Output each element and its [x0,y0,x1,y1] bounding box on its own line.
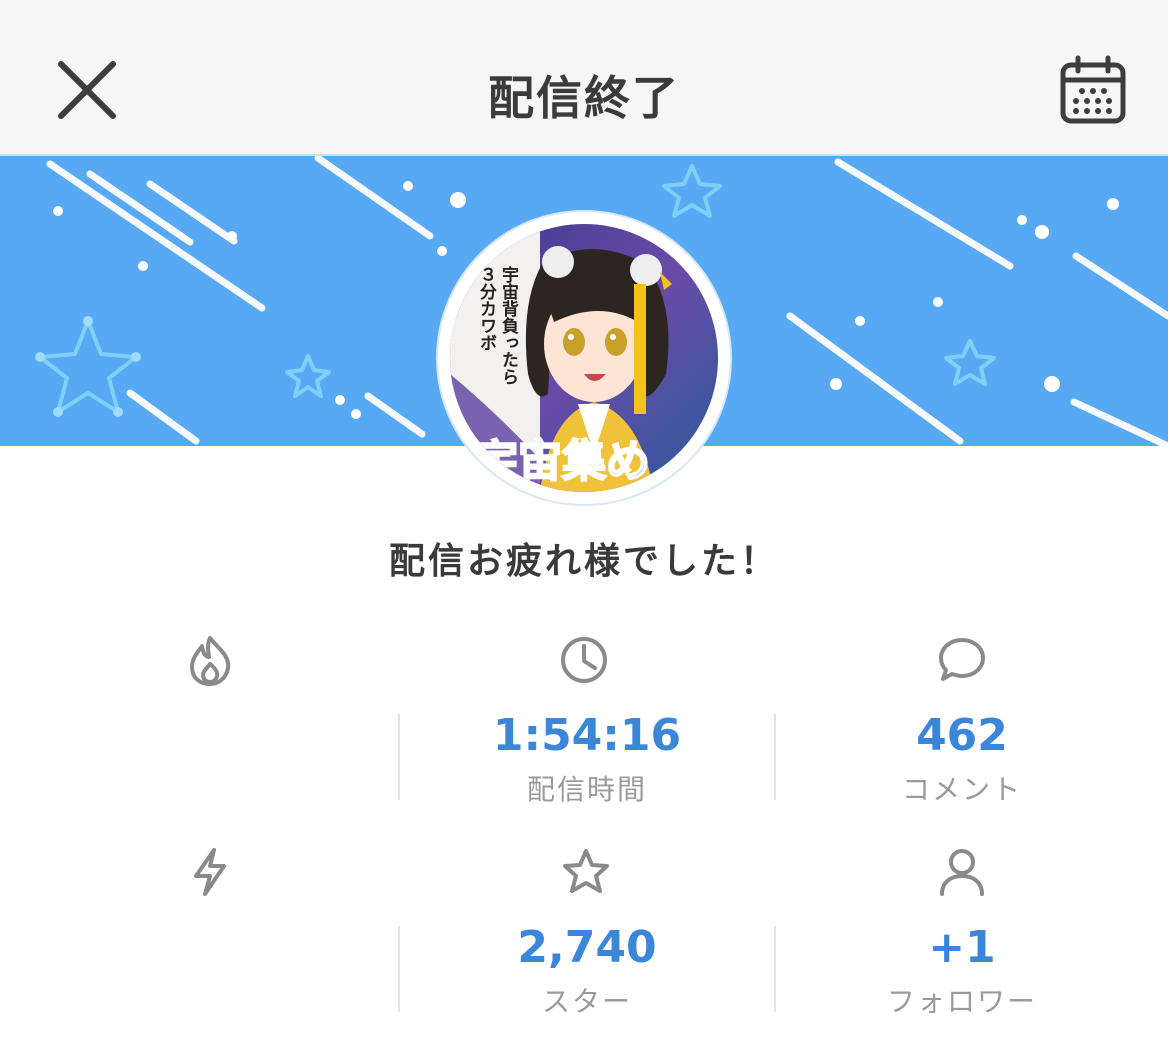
follower-gain-label: フォロワー [886,985,1037,1018]
comment-count-label: コメント [901,773,1022,806]
avatar-image: 宇宙背負ったら ３分カワボ 宇宙集め [450,224,718,492]
stream-time-label: 配信時間 [526,773,647,806]
lightning-icon [194,848,226,896]
star-count-value: 2,740 [517,922,657,973]
stream-time-value: 1:54:16 [492,710,682,761]
avatar-text-bottom: 宇宙集め [474,436,650,487]
top-bar: 配信終了 [0,0,1168,156]
avatar[interactable]: 宇宙背負ったら ３分カワボ 宇宙集め [450,224,718,492]
star-count-label: スター [541,985,632,1018]
comment-icon [939,638,985,681]
calendar-icon [1060,55,1126,124]
flame-icon [190,636,231,686]
avatar-text-vertical-1: 宇宙背負ったら [498,265,519,385]
completion-message: 配信お疲れ様でした！ [388,541,779,582]
person-icon [940,849,984,896]
calendar-button[interactable] [1058,55,1128,125]
star-icon [563,849,609,893]
comment-count-value: 462 [916,710,1008,761]
follower-gain-value: +1 [928,922,996,973]
clock-icon [561,637,607,683]
page-title: 配信終了 [488,71,680,125]
avatar-text-vertical-2: ３分カワボ [476,266,497,351]
